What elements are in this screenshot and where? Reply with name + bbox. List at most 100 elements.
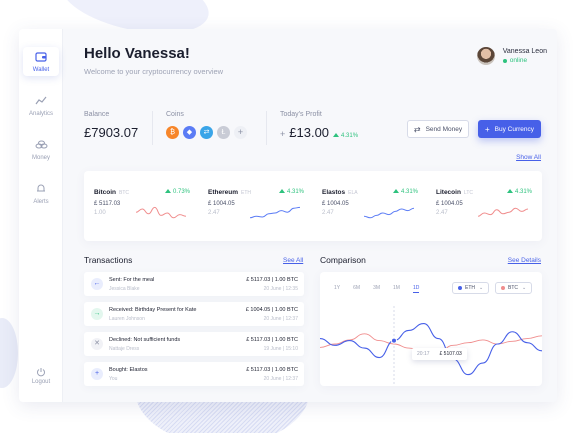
ticker-symbol: ETH — [240, 189, 251, 196]
transaction-person: Lauren Johnson — [109, 316, 145, 322]
sparkline-path — [250, 206, 300, 219]
ticker-change: 4.31% — [506, 189, 532, 195]
ticker-name: Elastos — [322, 189, 346, 196]
transaction-amount: £ 5117.03 | 1.00 BTC — [246, 277, 298, 283]
range-tab-6m[interactable]: 6M — [353, 285, 360, 293]
ticker-litecoin[interactable]: Litecoin LTC 4.31% £ 1004.05 2.47 — [426, 171, 540, 241]
ticker-elastos[interactable]: Elastos ELA 4.31% £ 1004.05 2.47 — [312, 171, 426, 241]
transfer-icon: ⇄ — [413, 124, 421, 134]
main-content: Hello Vanessa! Welcome to your cryptocur… — [63, 29, 557, 402]
user-status: online — [502, 57, 547, 64]
sidebar-item-alerts[interactable]: Alerts — [23, 183, 59, 205]
send-money-label: Send Money — [425, 125, 463, 133]
btc-dot — [501, 286, 505, 290]
transactions-title: Transactions — [84, 255, 133, 265]
received-icon: → — [91, 308, 103, 320]
money-icon — [23, 139, 59, 153]
coin-list: ₿ ◆ ⇄ Ł + — [166, 126, 251, 139]
arrow-up-icon — [392, 189, 399, 193]
sidebar-item-label: Money — [31, 155, 50, 161]
page-title: Hello Vanessa! — [84, 45, 190, 62]
ticker-card: Bitcoin BTC 0.73% £ 5117.03 1.00 Ethereum ETH 4… — [84, 171, 542, 241]
transaction-amount: £ 1004.05 | 1.00 BTC — [245, 307, 298, 313]
arrow-up-icon — [164, 189, 171, 193]
profit-change: 4.31% — [333, 133, 358, 139]
logout-label: Logout — [31, 379, 51, 385]
transaction-name: Received: Birthday Present for Kate — [109, 307, 197, 313]
transaction-row[interactable]: + Bought: Elastos You £ 5117.03 | 1.00 BTC 2… — [84, 362, 304, 386]
sparkline — [364, 207, 414, 219]
ticker-symbol: LTC — [463, 189, 473, 196]
profit-sign: + — [280, 129, 286, 139]
show-all-link[interactable]: Show All — [516, 154, 541, 161]
sent-icon: ← — [91, 278, 103, 290]
transaction-date: 20 June | 12:35 — [263, 286, 298, 292]
analytics-icon — [23, 95, 59, 109]
transaction-date: 20 June | 12:37 — [263, 316, 298, 322]
sparkline — [136, 206, 186, 219]
transaction-date: 19 June | 15:10 — [263, 346, 298, 352]
transaction-name: Sent: For the meal — [109, 277, 155, 283]
sidebar-item-money[interactable]: Money — [23, 139, 59, 161]
chevron-down-icon: ⌄ — [522, 285, 527, 291]
see-details-link[interactable]: See Details — [508, 257, 541, 264]
balance-stat: Balance £7903.07 — [84, 111, 138, 140]
profit-label: Today's Profit — [280, 111, 322, 118]
bitcoin-coin-icon[interactable]: ₿ — [166, 126, 179, 139]
ticker-name: Litecoin — [436, 189, 461, 196]
transaction-person: Jessica Blake — [109, 286, 140, 292]
range-tab-1m[interactable]: 1M — [393, 285, 400, 293]
hover-point[interactable] — [391, 337, 397, 344]
eth-dropdown-label: ETH — [465, 285, 475, 291]
elastos-coin-icon[interactable]: ⇄ — [200, 126, 213, 139]
ticker-ethereum[interactable]: Ethereum ETH 4.31% £ 1004.05 2.47 — [198, 171, 312, 241]
buy-currency-button[interactable]: + Buy Currency — [478, 120, 541, 138]
arrow-up-icon — [333, 133, 340, 137]
ethereum-coin-icon[interactable]: ◆ — [183, 126, 196, 139]
user-profile[interactable]: Vanessa Leon online — [476, 47, 547, 65]
comparison-chart — [320, 306, 542, 386]
comparison-title: Comparison — [320, 255, 366, 265]
range-tab-1d[interactable]: 1D — [412, 285, 420, 293]
transaction-date: 20 June | 12:37 — [263, 376, 298, 382]
ticker-bitcoin[interactable]: Bitcoin BTC 0.73% £ 5117.03 1.00 — [84, 171, 198, 241]
profit-stat: Today's Profit + £13.00 4.31% — [280, 111, 358, 140]
transaction-person: Nattaje Dress — [109, 346, 140, 352]
tooltip-value: £ 5107.03 — [439, 351, 462, 357]
chevron-down-icon: ⌄ — [479, 285, 484, 291]
ticker-name: Ethereum — [208, 189, 238, 196]
comparison-card: 1Y 6M 3M 1M 1D ETH ⌄ BTC ⌄ 20:17 £ 5107.03 — [320, 272, 542, 386]
range-tab-1y[interactable]: 1Y — [334, 285, 340, 293]
background-shape — [0, 318, 18, 388]
ticker-name: Bitcoin — [94, 189, 117, 196]
coins-label: Coins — [166, 111, 184, 118]
eth-dropdown[interactable]: ETH ⌄ — [452, 282, 490, 294]
wallet-icon — [23, 51, 59, 65]
range-tab-3m[interactable]: 3M — [373, 285, 380, 293]
sparkline-path — [478, 207, 528, 217]
see-all-link[interactable]: See All — [283, 257, 303, 264]
ticker-change: 0.73% — [164, 189, 190, 195]
alerts-icon — [23, 183, 59, 197]
litecoin-coin-icon[interactable]: Ł — [217, 126, 230, 139]
ticker-change: 4.31% — [278, 189, 304, 195]
ticker-symbol: BTC — [119, 189, 130, 196]
btc-dropdown[interactable]: BTC ⌄ — [495, 282, 533, 294]
transaction-row[interactable]: ✕ Declined: Not sufficient funds Nattaje D… — [84, 332, 304, 356]
sidebar-item-wallet[interactable]: Wallet — [23, 47, 59, 76]
coins-stat: Coins ₿ ◆ ⇄ Ł + — [166, 111, 251, 139]
send-money-button[interactable]: ⇄ Send Money — [407, 120, 469, 138]
buy-currency-label: Buy Currency — [494, 125, 535, 133]
transaction-row[interactable]: ← Sent: For the meal Jessica Blake £ 5117.0… — [84, 272, 304, 296]
balance-value: £7903.07 — [84, 125, 139, 140]
arrow-up-icon — [506, 189, 513, 193]
add-coin-button[interactable]: + — [234, 126, 247, 139]
page-subtitle: Welcome to your cryptocurrency overview — [84, 67, 224, 76]
logout-button[interactable]: Logout — [23, 367, 59, 385]
transaction-row[interactable]: → Received: Birthday Present for Kate Laur… — [84, 302, 304, 326]
eth-dot — [458, 286, 462, 290]
sidebar-item-analytics[interactable]: Analytics — [23, 95, 59, 117]
range-tabs: 1Y 6M 3M 1M 1D — [334, 285, 432, 293]
btc-dropdown-label: BTC — [508, 285, 518, 291]
transaction-name: Bought: Elastos — [109, 367, 148, 373]
